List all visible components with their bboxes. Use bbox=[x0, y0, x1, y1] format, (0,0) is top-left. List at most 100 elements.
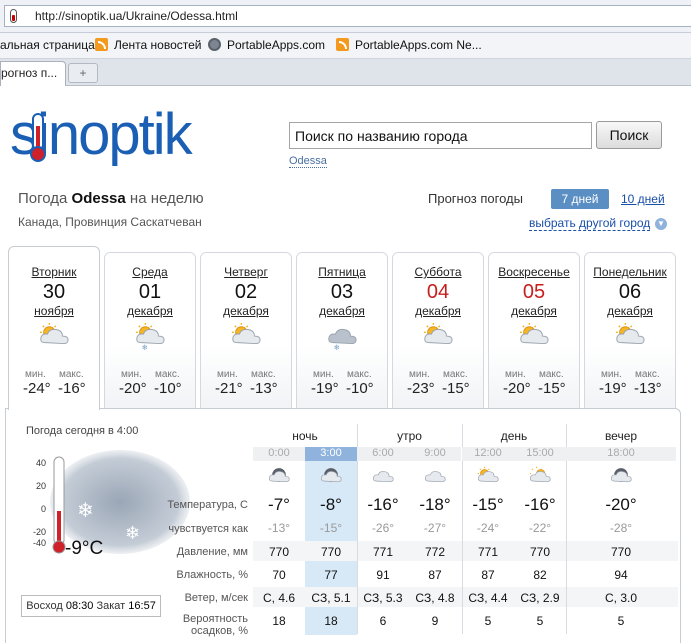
precip-cell: 18 bbox=[272, 614, 286, 628]
day-tab[interactable]: Среда 01 декабря ❄ мин. макс. -20° -10° bbox=[104, 252, 196, 409]
moon-cloud-icon bbox=[318, 466, 344, 488]
scale-label: 40 bbox=[36, 458, 46, 468]
day-month: декабря bbox=[607, 304, 653, 318]
wind-cell: СЗ, 5.3 bbox=[363, 591, 403, 605]
max-temp: -10° bbox=[154, 380, 182, 397]
cloud-sun-icon bbox=[475, 466, 501, 488]
feels-cell: -15° bbox=[319, 521, 343, 535]
cloud-sun-icon bbox=[31, 322, 77, 352]
day-tab[interactable]: Воскресенье 05 декабря мин. макс. -20° -15° bbox=[488, 252, 580, 409]
hour-label: 12:00 bbox=[462, 447, 514, 461]
day-month: декабря bbox=[319, 304, 365, 318]
title-suffix: на неделю bbox=[129, 190, 204, 207]
globe-icon bbox=[208, 38, 221, 51]
min-label: мин. bbox=[25, 369, 46, 380]
min-label: мин. bbox=[409, 369, 430, 380]
current-temperature: -9°C bbox=[65, 538, 103, 559]
bookmark-news[interactable]: Лента новостей bbox=[95, 38, 202, 52]
hour-label: 18:00 bbox=[566, 447, 676, 461]
city-name: Odessa bbox=[71, 190, 126, 207]
cloud-sun-snow-icon: ❄ bbox=[127, 322, 173, 352]
new-tab-button[interactable]: + bbox=[68, 63, 98, 83]
min-temp: -19° bbox=[599, 380, 627, 397]
day-date: 01 bbox=[138, 281, 162, 303]
feels-cell: -24° bbox=[476, 521, 500, 535]
chevron-down-icon[interactable]: ▼ bbox=[655, 218, 667, 230]
day-name[interactable]: Четверг bbox=[201, 265, 291, 279]
day-tab[interactable]: Суббота 04 декабря мин. макс. -23° -15° bbox=[392, 252, 484, 409]
day-tab[interactable]: Понедельник 06 декабря мин. макс. -19° -13° bbox=[584, 252, 676, 409]
period-header: вечер bbox=[604, 429, 638, 443]
day-name[interactable]: Вторник bbox=[9, 265, 99, 279]
day-date: 30 bbox=[42, 281, 66, 303]
svg-text:❄: ❄ bbox=[142, 343, 148, 352]
wind-cell: СЗ, 2.9 bbox=[520, 591, 560, 605]
wind-cell: СЗ, 4.4 bbox=[468, 591, 508, 605]
sinoptik-logo[interactable]: sinoptik bbox=[10, 102, 240, 168]
max-label: макс. bbox=[251, 369, 276, 380]
max-label: макс. bbox=[443, 369, 468, 380]
tab-10-days[interactable]: 10 дней bbox=[621, 192, 665, 206]
min-label: мин. bbox=[217, 369, 238, 380]
bookmark-portableapps-news[interactable]: PortableApps.com Ne... bbox=[336, 38, 482, 52]
day-tab[interactable]: Вторник 30 ноября мин. макс. -24° -16° bbox=[8, 246, 100, 410]
svg-text:❄: ❄ bbox=[334, 343, 340, 352]
day-date: 02 bbox=[234, 281, 258, 303]
row-label: Ветер, м/сек bbox=[184, 592, 248, 604]
day-month: декабря bbox=[127, 304, 173, 318]
city-search-input[interactable]: Поиск по названию города bbox=[289, 122, 592, 149]
temp-cell: -18° bbox=[419, 495, 451, 514]
temp-cell: -7° bbox=[268, 495, 290, 514]
day-name[interactable]: Среда bbox=[105, 265, 195, 279]
hour-label: 9:00 bbox=[409, 447, 461, 461]
day-name[interactable]: Пятница bbox=[297, 265, 387, 279]
period-header: утро bbox=[397, 429, 422, 443]
scale-label: 0 bbox=[41, 504, 46, 514]
pressure-cell: 771 bbox=[477, 545, 499, 559]
bookmark-portableapps[interactable]: PortableApps.com bbox=[208, 38, 325, 52]
humidity-cell: 82 bbox=[533, 568, 547, 582]
max-temp: -15° bbox=[538, 380, 566, 397]
temp-cell: -16° bbox=[367, 495, 399, 514]
search-button[interactable]: Поиск bbox=[596, 121, 662, 149]
bookmarks-bar: альная страница Лента новостей PortableA… bbox=[0, 33, 691, 59]
today-label: Погода сегодня в 4:00 bbox=[26, 425, 139, 437]
tab-7-days[interactable]: 7 дней bbox=[551, 189, 609, 209]
snowflake-icon: ❄ bbox=[125, 523, 140, 543]
rss-icon bbox=[336, 38, 349, 51]
hour-label: 15:00 bbox=[514, 447, 566, 461]
max-label: макс. bbox=[635, 369, 660, 380]
cloud-icon bbox=[422, 466, 448, 488]
bookmark-home[interactable]: альная страница bbox=[0, 38, 95, 52]
sunrise-label: Восход bbox=[26, 600, 63, 612]
day-name[interactable]: Воскресенье bbox=[489, 265, 579, 279]
scale-label: -20 bbox=[33, 527, 46, 537]
pressure-cell: 772 bbox=[424, 545, 446, 559]
feels-cell: -22° bbox=[528, 521, 552, 535]
wind-cell: С, 4.6 bbox=[262, 591, 295, 605]
max-label: макс. bbox=[59, 369, 84, 380]
humidity-cell: 77 bbox=[324, 568, 338, 582]
max-temp: -15° bbox=[442, 380, 470, 397]
humidity-cell: 94 bbox=[614, 568, 628, 582]
sun-times: Восход 08:30 Закат 16:57 bbox=[21, 595, 161, 617]
day-name[interactable]: Суббота bbox=[393, 265, 483, 279]
hour-label: 3:00 bbox=[305, 447, 357, 461]
day-tab[interactable]: Пятница 03 декабря ❄ мин. макс. -19° -10° bbox=[296, 252, 388, 409]
search-hint-link[interactable]: Odessa bbox=[289, 155, 327, 168]
day-tab[interactable]: Четверг 02 декабря мин. макс. -21° -13° bbox=[200, 252, 292, 409]
pressure-cell: 771 bbox=[372, 545, 394, 559]
feels-cell: -28° bbox=[609, 521, 633, 535]
tab-active[interactable]: рогноз п... bbox=[0, 61, 66, 86]
feels-cell: -27° bbox=[423, 521, 447, 535]
row-label: Вероятность осадков, % bbox=[182, 613, 248, 637]
day-name[interactable]: Понедельник bbox=[585, 265, 675, 279]
cloud-snow-icon: ❄ bbox=[319, 322, 365, 352]
url-text[interactable]: http://sinoptik.ua/Ukraine/Odessa.html bbox=[35, 9, 238, 23]
site-favicon-icon bbox=[10, 9, 17, 23]
bookmark-label: PortableApps.com bbox=[227, 38, 326, 52]
cloud-sun-icon bbox=[415, 322, 461, 352]
forecast-label: Прогноз погоды bbox=[428, 191, 523, 206]
choose-city-link[interactable]: выбрать другой город bbox=[529, 216, 651, 231]
url-field[interactable]: http://sinoptik.ua/Ukraine/Odessa.html bbox=[4, 5, 691, 27]
